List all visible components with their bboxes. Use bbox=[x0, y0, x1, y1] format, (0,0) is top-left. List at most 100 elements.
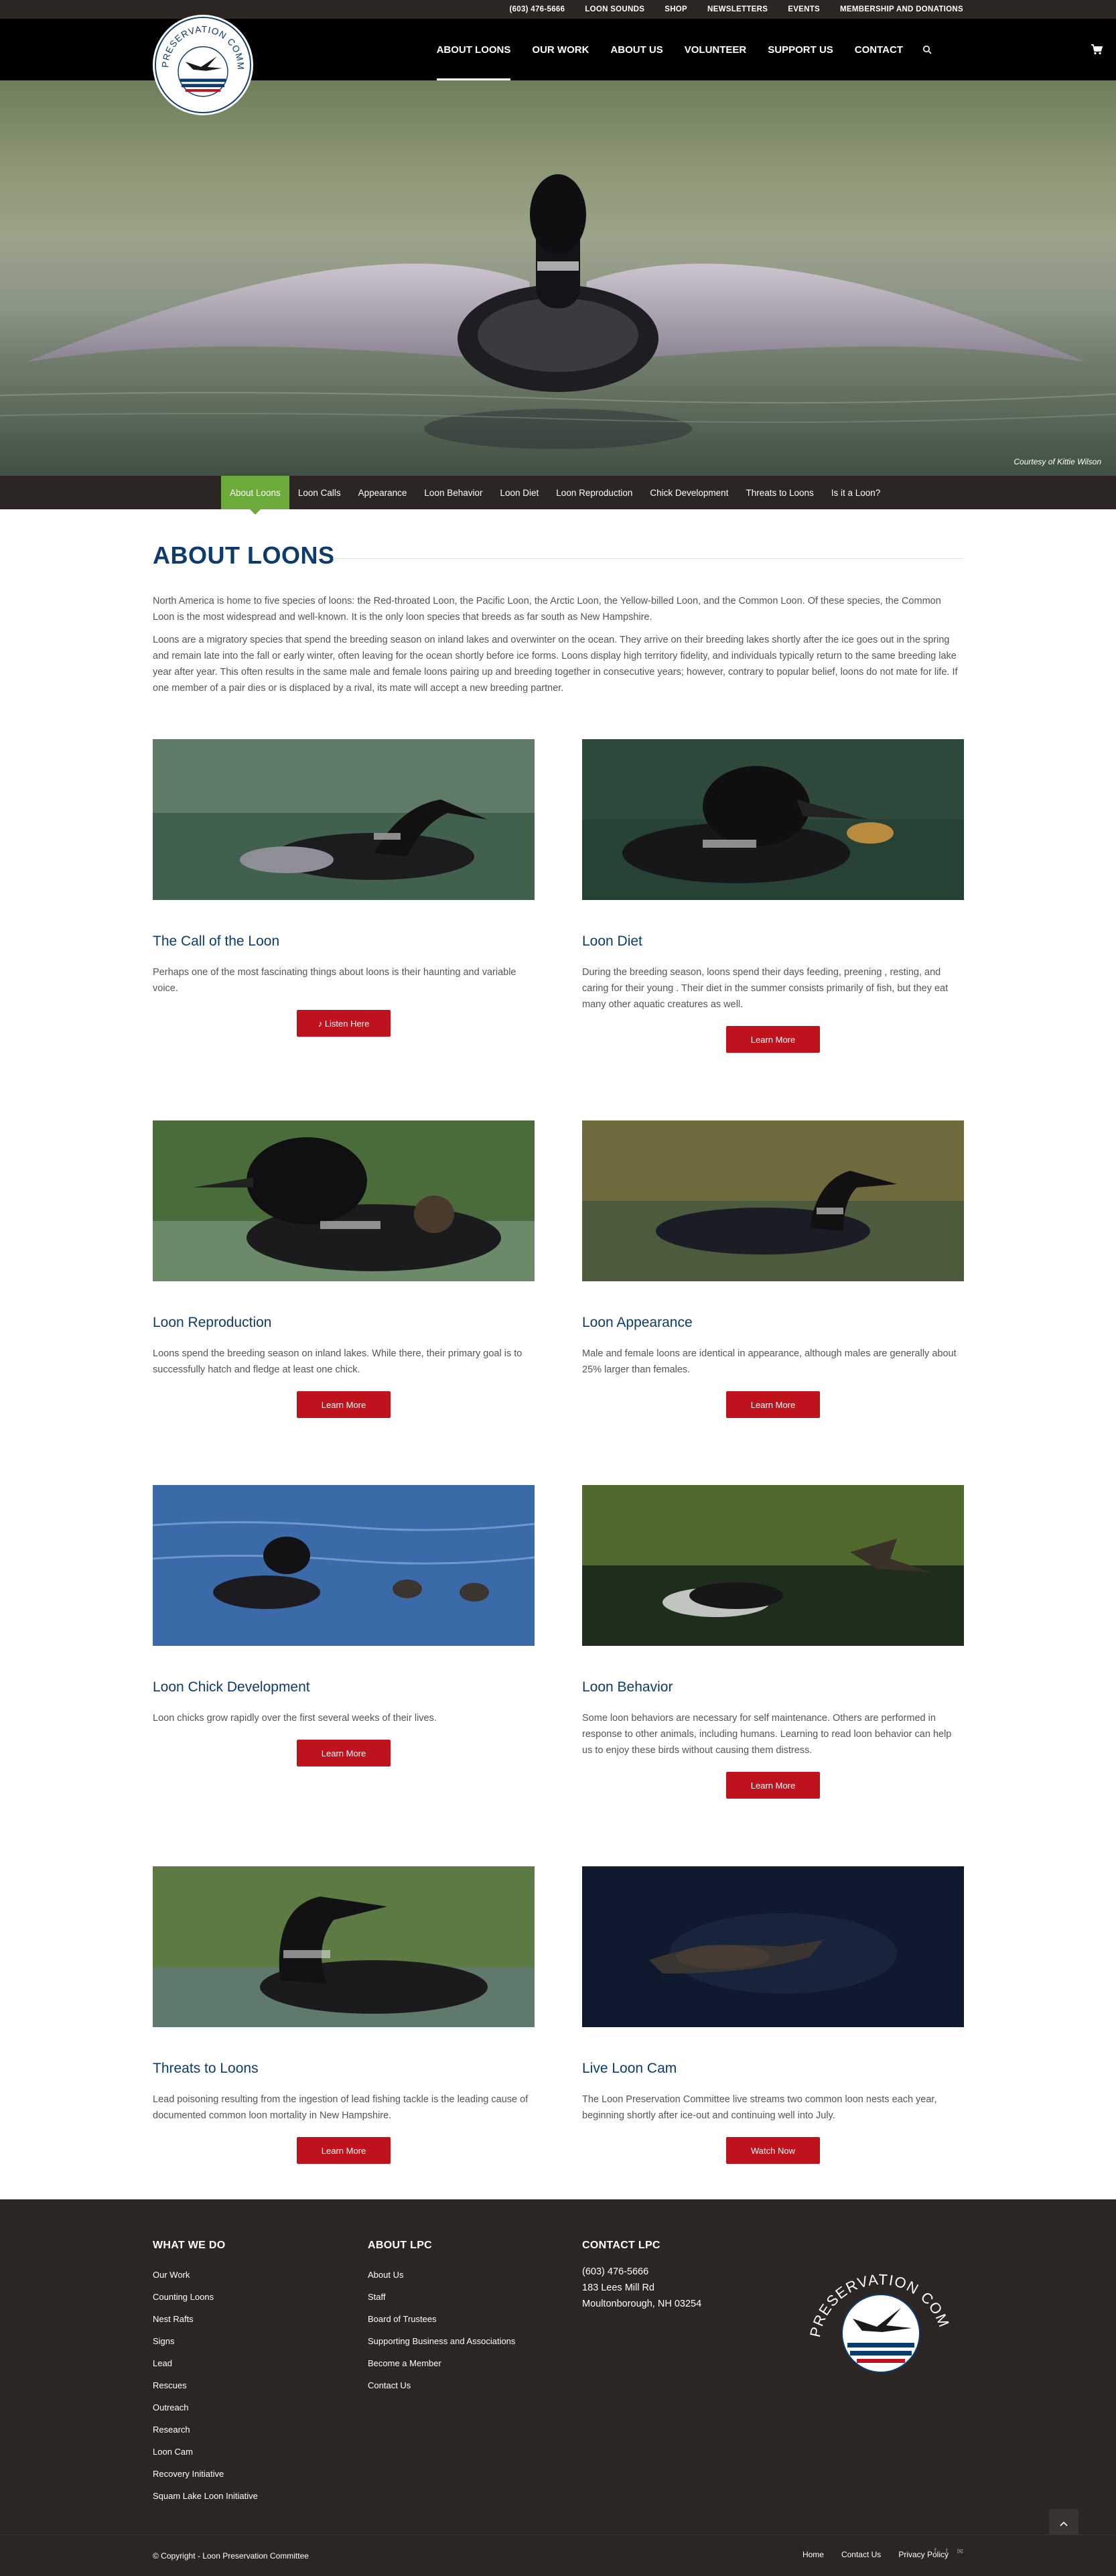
learn-more-button[interactable]: Learn More bbox=[726, 1391, 820, 1418]
learn-more-button[interactable]: Learn More bbox=[726, 1772, 820, 1799]
card-photo-reproduction[interactable] bbox=[153, 1120, 535, 1281]
subnav-appearance[interactable]: Appearance bbox=[350, 476, 416, 509]
footer-street: 183 Lees Mill Rd bbox=[582, 2282, 654, 2293]
listen-here-button[interactable]: ♪ Listen Here bbox=[297, 1010, 391, 1037]
mail-icon[interactable]: ✉ bbox=[957, 2547, 963, 2556]
footer-link[interactable]: Staff bbox=[368, 2286, 515, 2308]
footer-link[interactable]: Contact Us bbox=[368, 2374, 515, 2396]
footer-link[interactable]: Board of Trustees bbox=[368, 2308, 515, 2330]
nav-support-us[interactable]: SUPPORT US bbox=[757, 19, 844, 80]
footer-link[interactable]: Outreach bbox=[153, 2396, 258, 2419]
footer-heading: WHAT WE DO bbox=[153, 2240, 226, 2251]
footer-what-we-do: WHAT WE DO Our Work Counting Loons Nest … bbox=[153, 2240, 258, 2507]
learn-more-button[interactable]: Learn More bbox=[726, 1026, 820, 1053]
card-title[interactable]: Live Loon Cam bbox=[582, 2061, 964, 2077]
footer-bottom-links: Home Contact Us Privacy Policy bbox=[803, 2550, 949, 2559]
bottom-link-home[interactable]: Home bbox=[803, 2550, 824, 2559]
footer-link[interactable]: Recovery Initiative bbox=[153, 2463, 258, 2485]
bottom-link-contact[interactable]: Contact Us bbox=[841, 2550, 881, 2559]
footer-contact-lpc: CONTACT LPC (603) 476-5666 183 Lees Mill… bbox=[582, 2240, 701, 2312]
nav-volunteer[interactable]: VOLUNTEER bbox=[674, 19, 758, 80]
subnav-threats[interactable]: Threats to Loons bbox=[737, 476, 822, 509]
learn-more-button[interactable]: Learn More bbox=[297, 1740, 391, 1766]
subnav-loon-diet[interactable]: Loon Diet bbox=[492, 476, 548, 509]
card-text: Male and female loons are identical in a… bbox=[582, 1348, 957, 1375]
search-icon[interactable] bbox=[914, 19, 940, 80]
card-threats-to-loons: Threats to Loons Lead poisoning resultin… bbox=[153, 1866, 535, 2164]
utility-link-newsletters[interactable]: NEWSLETTERS bbox=[707, 5, 768, 13]
nav-about-us[interactable]: ABOUT US bbox=[600, 19, 673, 80]
twitter-icon[interactable]: t bbox=[946, 2547, 948, 2556]
footer-link[interactable]: Rescues bbox=[153, 2374, 258, 2396]
copyright-text: © Copyright - Loon Preservation Committe… bbox=[153, 2551, 309, 2561]
footer-bottom-bar: © Copyright - Loon Preservation Committe… bbox=[0, 2534, 1116, 2576]
card-photo-appearance[interactable] bbox=[582, 1120, 964, 1281]
utility-links: (603) 476-5666 LOON SOUNDS SHOP NEWSLETT… bbox=[509, 0, 963, 19]
footer-link[interactable]: Nest Rafts bbox=[153, 2308, 258, 2330]
card-title[interactable]: Threats to Loons bbox=[153, 2061, 535, 2077]
nav-contact[interactable]: CONTACT bbox=[844, 19, 914, 80]
utility-link-shop[interactable]: SHOP bbox=[665, 5, 687, 13]
card-loon-diet: Loon Diet During the breeding season, lo… bbox=[582, 739, 964, 1053]
subnav-loon-calls[interactable]: Loon Calls bbox=[289, 476, 350, 509]
card-loon-behavior: Loon Behavior Some loon behaviors are ne… bbox=[582, 1485, 964, 1799]
card-photo-behavior[interactable] bbox=[582, 1485, 964, 1646]
utility-link-events[interactable]: EVENTS bbox=[788, 5, 820, 13]
footer-loon-logo-icon: LOON PRESERVATION COMMITTEE bbox=[794, 2219, 952, 2373]
main-nav: ABOUT LOONS OUR WORK ABOUT US VOLUNTEER … bbox=[426, 19, 940, 80]
footer-link[interactable]: Squam Lake Loon Initiative bbox=[153, 2485, 258, 2507]
utility-link-membership[interactable]: MEMBERSHIP AND DONATIONS bbox=[840, 5, 963, 13]
footer-city: Moultonborough, NH 03254 bbox=[582, 2299, 702, 2309]
footer-link[interactable]: About Us bbox=[368, 2264, 515, 2286]
subnav-chick-development[interactable]: Chick Development bbox=[641, 476, 737, 509]
facebook-icon[interactable]: f bbox=[934, 2547, 936, 2556]
card-title[interactable]: The Call of the Loon bbox=[153, 933, 535, 950]
cart-icon[interactable] bbox=[1087, 19, 1107, 80]
footer-about-lpc: ABOUT LPC About Us Staff Board of Truste… bbox=[368, 2240, 515, 2396]
card-photo-call[interactable] bbox=[153, 739, 535, 900]
footer-link[interactable]: Loon Cam bbox=[153, 2441, 258, 2463]
card-photo-chick-development[interactable] bbox=[153, 1485, 535, 1646]
card-title[interactable]: Loon Behavior bbox=[582, 1679, 964, 1695]
card-photo-loon-cam[interactable] bbox=[582, 1866, 964, 2027]
card-text: Loons spend the breeding season on inlan… bbox=[153, 1348, 522, 1375]
subnav-about-loons[interactable]: About Loons bbox=[221, 476, 289, 515]
loon-logo-icon: LOON PRESERVATION COMMITTEE bbox=[154, 16, 252, 114]
footer-link[interactable]: Signs bbox=[153, 2330, 258, 2352]
nav-about-loons[interactable]: ABOUT LOONS bbox=[426, 19, 522, 80]
card-text: During the breeding season, loons spend … bbox=[582, 967, 949, 1010]
learn-more-button[interactable]: Learn More bbox=[297, 1391, 391, 1418]
footer-link[interactable]: Our Work bbox=[153, 2264, 258, 2286]
card-photo-diet[interactable] bbox=[582, 739, 964, 900]
utility-phone[interactable]: (603) 476-5666 bbox=[509, 5, 565, 13]
footer-phone[interactable]: (603) 476-5666 bbox=[582, 2264, 701, 2280]
intro-paragraph-2: Loons are a migratory species that spend… bbox=[153, 635, 958, 694]
site-logo[interactable]: LOON PRESERVATION COMMITTEE bbox=[153, 15, 253, 115]
footer-link[interactable]: Lead bbox=[153, 2352, 258, 2374]
card-live-loon-cam: Live Loon Cam The Loon Preservation Comm… bbox=[582, 1866, 964, 2164]
card-title[interactable]: Loon Diet bbox=[582, 933, 964, 950]
footer-heading: CONTACT LPC bbox=[582, 2240, 660, 2251]
subnav-loon-behavior[interactable]: Loon Behavior bbox=[415, 476, 491, 509]
watch-now-button[interactable]: Watch Now bbox=[726, 2137, 820, 2164]
utility-link-loon-sounds[interactable]: LOON SOUNDS bbox=[585, 5, 644, 13]
card-text: The Loon Preservation Committee live str… bbox=[582, 2094, 937, 2121]
learn-more-button[interactable]: Learn More bbox=[297, 2137, 391, 2164]
footer-link[interactable]: Counting Loons bbox=[153, 2286, 258, 2308]
card-loon-appearance: Loon Appearance Male and female loons ar… bbox=[582, 1120, 964, 1418]
card-loon-reproduction: Loon Reproduction Loons spend the breedi… bbox=[153, 1120, 535, 1418]
footer-link[interactable]: Become a Member bbox=[368, 2352, 515, 2374]
nav-our-work[interactable]: OUR WORK bbox=[521, 19, 600, 80]
card-photo-threats[interactable] bbox=[153, 1866, 535, 2027]
footer-link[interactable]: Supporting Business and Associations bbox=[368, 2330, 515, 2352]
site-footer: WHAT WE DO Our Work Counting Loons Nest … bbox=[0, 2199, 1116, 2538]
card-title[interactable]: Loon Reproduction bbox=[153, 1315, 535, 1331]
subnav-is-it-a-loon[interactable]: Is it a Loon? bbox=[823, 476, 890, 509]
card-title[interactable]: Loon Appearance bbox=[582, 1315, 964, 1331]
card-text: Some loon behaviors are necessary for se… bbox=[582, 1713, 952, 1756]
footer-link[interactable]: Research bbox=[153, 2419, 258, 2441]
subnav-loon-reproduction[interactable]: Loon Reproduction bbox=[547, 476, 641, 509]
social-icons: f t ✉ bbox=[934, 2547, 963, 2556]
card-title[interactable]: Loon Chick Development bbox=[153, 1679, 535, 1695]
footer-heading: ABOUT LPC bbox=[368, 2240, 433, 2251]
